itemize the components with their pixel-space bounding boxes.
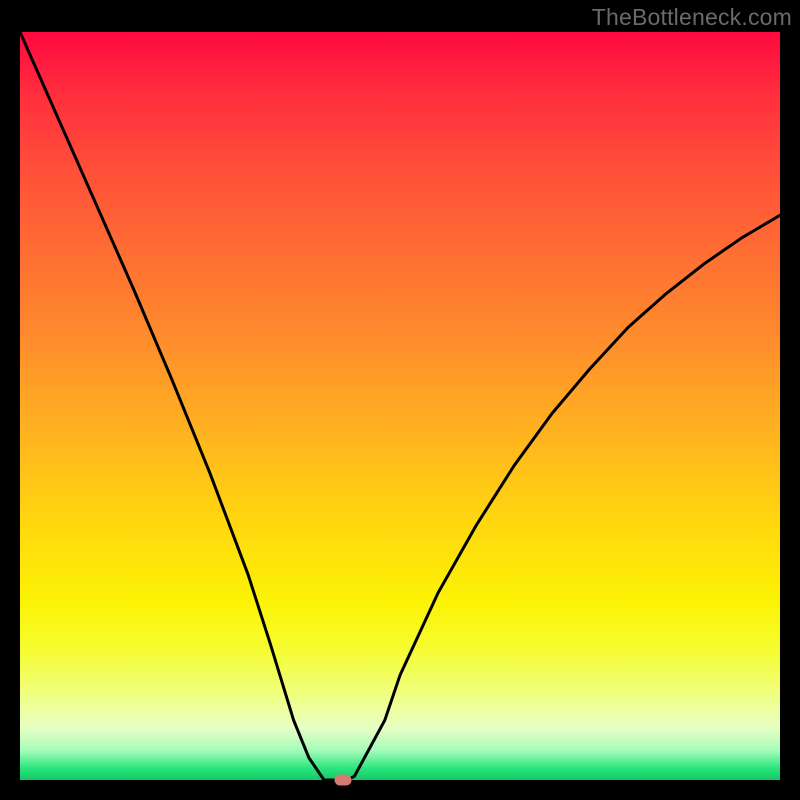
minimum-marker — [335, 775, 352, 786]
plot-area — [20, 32, 780, 780]
bottleneck-curve-path — [20, 32, 780, 780]
curve-svg — [20, 32, 780, 780]
watermark-text: TheBottleneck.com — [592, 4, 792, 31]
chart-frame: TheBottleneck.com — [0, 0, 800, 800]
